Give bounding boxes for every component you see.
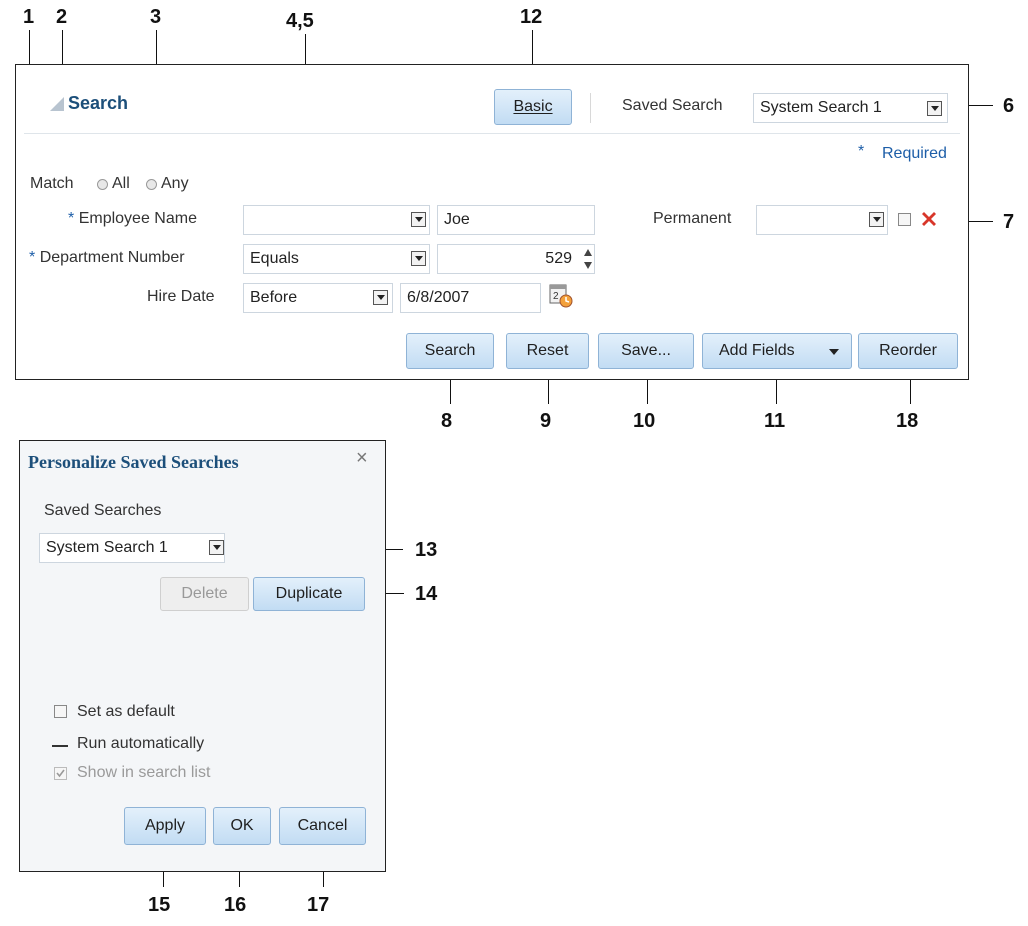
saved-searches-label: Saved Searches [44,502,162,519]
callout-13: 13 [415,539,438,561]
toolbar-separator [590,93,591,123]
hire-date-dropdown-icon[interactable] [373,290,388,305]
callout-11: 11 [764,410,786,432]
callout-15: 15 [148,894,171,916]
department-number-label: * Department Number [29,249,185,266]
search-panel: Search Basic Saved Search System Search … [15,64,969,380]
callout-12: 12 [520,6,543,28]
saved-searches-value: System Search 1 [46,539,168,556]
department-number-label-text: Department Number [39,249,185,266]
saved-search-value: System Search 1 [760,99,882,116]
permanent-dropdown-icon[interactable] [869,212,884,227]
callout-14: 14 [415,583,438,605]
search-button[interactable]: Search [406,333,494,369]
close-icon[interactable]: × [356,447,368,470]
saved-searches-dropdown-icon[interactable] [209,540,224,555]
match-all-radio[interactable] [97,179,108,190]
chevron-down-icon [829,349,839,355]
delete-button[interactable]: Delete [160,577,249,611]
callout-7: 7 [1003,211,1015,233]
callout-16: 16 [224,894,247,916]
employee-name-dropdown-icon[interactable] [411,212,426,227]
match-label: Match [30,175,74,192]
employee-name-label-text: Employee Name [78,210,197,227]
callout-18: 18 [896,410,919,432]
saved-search-select[interactable]: System Search 1 [753,93,948,123]
cancel-button[interactable]: Cancel [279,807,366,845]
match-all-label: All [112,175,130,192]
employee-name-input[interactable]: Joe [437,205,595,235]
callout-2: 2 [56,6,68,28]
employee-name-label: * Employee Name [68,210,197,227]
run-automatically-checkbox[interactable] [52,745,68,747]
set-as-default-label: Set as default [77,703,175,720]
svg-text:2: 2 [553,291,559,302]
callout-9: 9 [540,410,552,432]
employee-name-value: Joe [444,211,470,228]
callout-4-5: 4,5 [286,10,314,32]
header-divider [24,133,960,134]
save-button[interactable]: Save... [598,333,694,369]
required-text: Required [882,145,947,162]
hire-date-value: 6/8/2007 [407,289,470,306]
employee-name-operator-select[interactable] [243,205,430,235]
match-any-radio[interactable] [146,179,157,190]
callout-8: 8 [441,410,453,432]
callout-17: 17 [307,894,330,916]
basic-button-label: Basic [513,98,553,115]
required-marker: * [858,143,865,160]
permanent-checkbox[interactable] [898,213,911,226]
hire-date-operator-value: Before [250,289,298,306]
ok-button[interactable]: OK [213,807,271,845]
department-operator-value: Equals [250,250,299,267]
department-number-value: 529 [545,250,572,267]
callout-1: 1 [23,6,35,28]
reset-button[interactable]: Reset [506,333,589,369]
search-panel-title: Search [68,93,129,113]
add-fields-button[interactable]: Add Fields [702,333,852,369]
run-automatically-label: Run automatically [77,735,205,752]
checkmark-icon [56,769,65,778]
show-in-search-list-checkbox[interactable] [54,767,67,780]
hire-date-label: Hire Date [147,288,215,305]
hire-date-input[interactable]: 6/8/2007 [400,283,541,313]
basic-button[interactable]: Basic [494,89,572,125]
department-number-input[interactable]: 529 [437,244,595,274]
leader-line-1 [29,30,30,64]
permanent-label: Permanent [653,210,732,227]
show-in-search-list-label: Show in search list [77,764,211,781]
collapse-triangle-icon[interactable] [50,97,64,111]
calendar-icon[interactable]: 2 [548,283,574,309]
reorder-button[interactable]: Reorder [858,333,958,369]
saved-search-label: Saved Search [622,97,723,114]
department-operator-select[interactable]: Equals [243,244,430,274]
callout-3: 3 [150,6,162,28]
department-dropdown-icon[interactable] [411,251,426,266]
spinner-icon[interactable] [582,246,594,272]
duplicate-button[interactable]: Duplicate [253,577,365,611]
callout-10: 10 [633,410,656,432]
saved-search-dropdown-icon[interactable] [927,101,942,116]
dialog-title: Personalize Saved Searches [28,452,239,472]
saved-searches-select[interactable]: System Search 1 [39,533,225,563]
match-any-label: Any [161,175,189,192]
add-fields-label: Add Fields [719,342,795,359]
delete-field-icon[interactable] [920,210,938,228]
callout-6: 6 [1003,95,1015,117]
set-as-default-checkbox[interactable] [54,705,67,718]
hire-date-operator-select[interactable]: Before [243,283,393,313]
personalize-dialog: Personalize Saved Searches × Saved Searc… [19,440,386,872]
apply-button[interactable]: Apply [124,807,206,845]
